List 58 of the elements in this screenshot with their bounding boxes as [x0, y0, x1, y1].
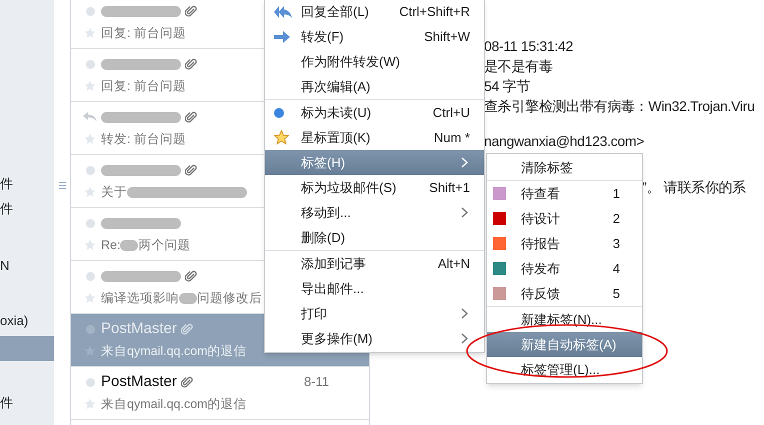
menu-item[interactable]: 待报告 3 [487, 231, 642, 256]
reply-all-icon [274, 6, 292, 18]
folder-item[interactable] [0, 336, 54, 361]
blurred-text [120, 240, 138, 250]
shortcut-text: Shift+W [424, 28, 470, 46]
shortcut-text: 2 [612, 210, 620, 228]
message-text: 查杀引擎检测出带有病毒：Win32.Trojan.Viru [484, 97, 756, 116]
star-icon[interactable] [84, 398, 96, 410]
shortcut-text: Alt+N [438, 254, 470, 273]
folder-item[interactable]: 件 [0, 171, 54, 196]
forward-arrow-icon [274, 30, 290, 42]
shortcut-text: 4 [612, 260, 620, 278]
mail-date: 8-11 [304, 373, 329, 392]
shortcut-text: Shift+1 [429, 178, 470, 197]
menu-item[interactable]: 转发(F) Shift+W [265, 24, 484, 49]
menu-item[interactable]: 待设计 2 [487, 206, 642, 231]
star-icon[interactable] [84, 292, 96, 304]
mail-subject: Re: [101, 236, 120, 254]
mail-subject: 来自qymail.qq.com的退信 [101, 396, 247, 413]
mail-subject: 关于 [101, 184, 127, 201]
message-text: nangwanxia@hd123.com> [484, 132, 646, 151]
shortcut-text: Ctrl+U [432, 104, 470, 122]
mail-subject: 两个问题 [138, 236, 190, 254]
mail-subject: 转发: 前台问题 [101, 130, 186, 148]
sender-name: PostMaster [101, 318, 177, 339]
message-text: 08-11 15:31:42 [484, 37, 574, 56]
message-text: 54 字节 [484, 77, 531, 96]
menu-item[interactable]: 待查看 1 [487, 181, 642, 206]
folder-item[interactable]: 件 [0, 196, 54, 221]
shortcut-text: 5 [612, 284, 620, 303]
shortcut-text: 1 [612, 184, 620, 203]
mail-subject: 回复: 前台问题 [101, 24, 186, 42]
folder-item[interactable]: N [0, 253, 54, 278]
mail-subject: 来自qymail.qq.com的退信 [101, 342, 247, 360]
menu-item[interactable]: 标签(H) [265, 150, 484, 175]
star-icon[interactable] [84, 80, 96, 92]
drag-handle-icon[interactable] [58, 182, 66, 189]
star-icon[interactable] [84, 27, 96, 39]
mail-subject: 回复: 前台问题 [101, 78, 186, 95]
mail-subject: 编译选项影响 [101, 290, 179, 307]
blurred-text [179, 292, 197, 304]
menu-item[interactable]: 回复全部(L) Ctrl+Shift+R [265, 0, 484, 24]
shortcut-text: Ctrl+Shift+R [399, 2, 470, 21]
star-icon [274, 130, 289, 145]
menu-item[interactable]: 待发布 4 [487, 256, 642, 281]
folder-item[interactable]: oxia) [0, 308, 54, 333]
folder-item[interactable]: 件 [0, 390, 54, 415]
sender-name: PostMaster [101, 372, 177, 392]
message-text: 是不是有毒 [484, 57, 554, 76]
star-icon[interactable] [84, 239, 96, 251]
menu-item[interactable]: 新建自动标签(A) [487, 332, 642, 357]
star-icon[interactable] [84, 186, 96, 198]
menu-item[interactable]: 清除标签 [487, 155, 642, 180]
shortcut-text: 3 [612, 234, 620, 253]
star-icon[interactable] [84, 133, 96, 145]
mail-subject: 问题修改后 [197, 290, 262, 307]
shortcut-text: Num * [434, 128, 470, 147]
menu-item[interactable]: 待反馈 5 [487, 281, 642, 306]
